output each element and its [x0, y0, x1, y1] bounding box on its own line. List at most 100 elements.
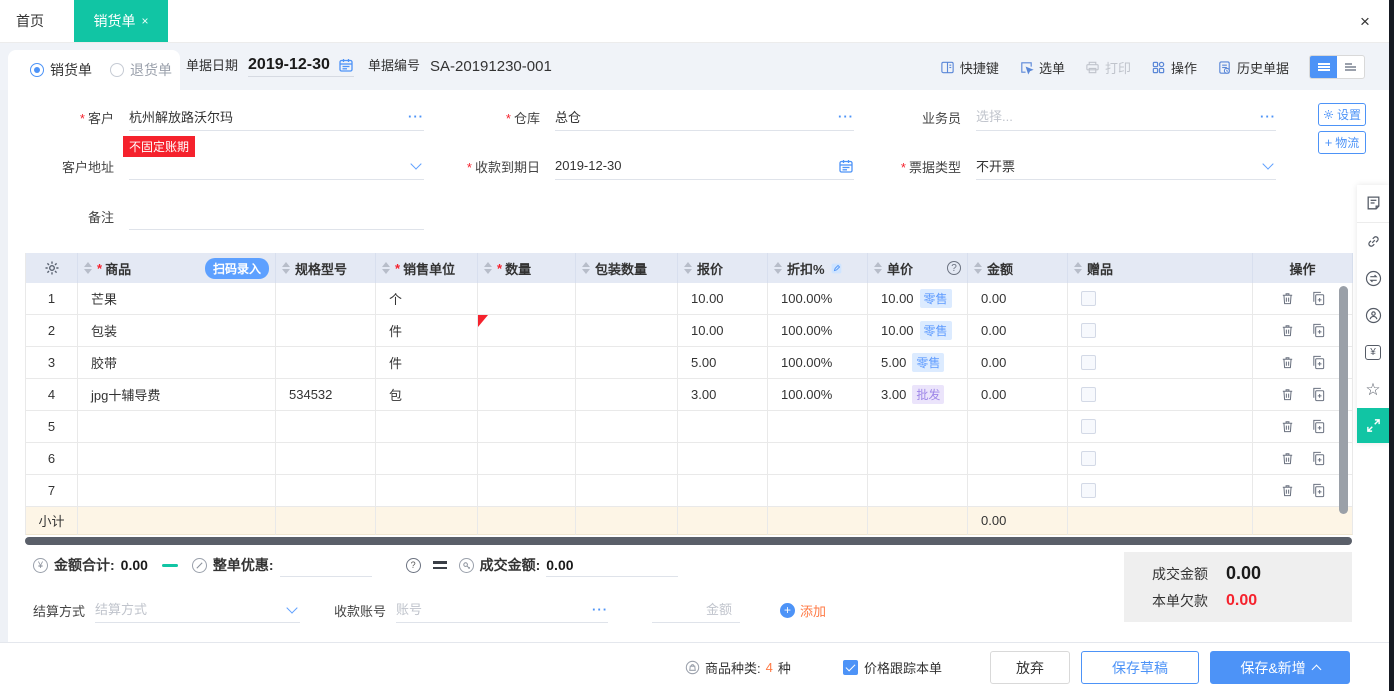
- horizontal-scrollbar[interactable]: [25, 537, 1352, 545]
- chevron-down-icon[interactable]: [410, 158, 421, 169]
- gift-checkbox[interactable]: [1081, 355, 1096, 370]
- settle-amount-input[interactable]: [652, 602, 740, 617]
- column-settings-button[interactable]: [26, 253, 78, 283]
- delete-row-icon[interactable]: [1280, 419, 1295, 434]
- copy-row-icon[interactable]: [1311, 451, 1326, 466]
- customer-input[interactable]: [129, 109, 408, 124]
- sale-order-radio[interactable]: 销货单: [30, 60, 92, 80]
- logistics-button[interactable]: + 物流: [1318, 131, 1366, 154]
- product-cell[interactable]: 胶带: [78, 347, 276, 379]
- help-icon[interactable]: ?: [406, 558, 421, 573]
- equals-icon: [433, 561, 447, 569]
- shortcut-keys-button[interactable]: 快捷键: [940, 58, 999, 77]
- gift-checkbox[interactable]: [1081, 323, 1096, 338]
- vertical-scrollbar[interactable]: [1339, 286, 1348, 514]
- product-cell[interactable]: 芒果: [78, 283, 276, 315]
- scan-entry-button[interactable]: 扫码录入: [205, 258, 269, 279]
- gift-checkbox[interactable]: [1081, 291, 1096, 306]
- select-order-button[interactable]: 选单: [1019, 58, 1065, 77]
- price-track-toggle[interactable]: 价格跟踪本单: [843, 658, 942, 677]
- delete-row-icon[interactable]: [1280, 483, 1295, 498]
- bag-circle-icon: [685, 660, 700, 675]
- cancel-button[interactable]: 放弃: [990, 651, 1070, 684]
- settle-method-input[interactable]: [95, 602, 284, 617]
- save-and-new-button[interactable]: 保存&新增: [1210, 651, 1350, 684]
- order-discount-label: 整单优惠:: [213, 555, 274, 575]
- header-discount[interactable]: 折扣%: [768, 253, 868, 283]
- expand-button[interactable]: [1357, 408, 1389, 443]
- product-cell[interactable]: jpg十辅导费: [78, 379, 276, 411]
- doc-date-input[interactable]: 2019-12-30: [248, 56, 354, 77]
- deal-amount-field[interactable]: 0.00: [546, 553, 678, 577]
- salesman-more-icon[interactable]: ···: [1260, 109, 1276, 124]
- account-more-icon[interactable]: ···: [592, 602, 608, 617]
- customer-history-button[interactable]: [1357, 297, 1389, 334]
- delete-row-icon[interactable]: [1280, 355, 1295, 370]
- product-cell[interactable]: 包装: [78, 315, 276, 347]
- return-order-radio[interactable]: 退货单: [110, 60, 172, 80]
- card-view-button[interactable]: [1337, 56, 1364, 78]
- money-box-button[interactable]: ¥: [1357, 334, 1389, 371]
- delete-row-icon[interactable]: [1280, 387, 1295, 402]
- customer-history-icon: [1365, 307, 1382, 324]
- header-spec[interactable]: 规格型号: [276, 253, 376, 283]
- due-date-input[interactable]: [555, 158, 838, 173]
- checked-checkbox-icon: [843, 660, 858, 675]
- tab-home[interactable]: 首页: [0, 0, 60, 42]
- save-draft-button[interactable]: 保存草稿: [1081, 651, 1199, 684]
- copy-row-icon[interactable]: [1311, 323, 1326, 338]
- header-pkg-qty[interactable]: 包装数量: [576, 253, 678, 283]
- delete-row-icon[interactable]: [1280, 451, 1295, 466]
- customer-more-icon[interactable]: ···: [408, 109, 424, 124]
- price-help-icon[interactable]: ?: [947, 261, 961, 275]
- list-view-button[interactable]: [1310, 56, 1337, 78]
- window-close-icon[interactable]: ×: [1353, 10, 1377, 34]
- printer-icon: [1085, 60, 1100, 75]
- add-settlement-button[interactable]: + 添加: [780, 601, 826, 620]
- copy-row-icon[interactable]: [1311, 387, 1326, 402]
- copy-row-icon[interactable]: [1311, 419, 1326, 434]
- chevron-up-icon: [1311, 664, 1321, 674]
- warehouse-more-icon[interactable]: ···: [838, 109, 854, 124]
- header-gift[interactable]: 赠品: [1068, 253, 1253, 283]
- operations-button[interactable]: 操作: [1151, 58, 1197, 77]
- close-tab-icon[interactable]: ×: [141, 14, 148, 28]
- invoice-type-input[interactable]: [976, 158, 1260, 173]
- copy-row-icon[interactable]: [1311, 483, 1326, 498]
- order-discount-input[interactable]: [280, 553, 372, 577]
- salesman-input[interactable]: [976, 109, 1260, 124]
- header-qty[interactable]: *数量: [478, 253, 576, 283]
- header-product[interactable]: *商品 扫码录入: [78, 253, 276, 283]
- header-amount[interactable]: 金额: [968, 253, 1068, 283]
- link-button[interactable]: [1357, 223, 1389, 260]
- gift-checkbox[interactable]: [1081, 387, 1096, 402]
- delete-row-icon[interactable]: [1280, 291, 1295, 306]
- gift-checkbox[interactable]: [1081, 419, 1096, 434]
- header-quote[interactable]: 报价: [678, 253, 768, 283]
- settings-button[interactable]: 设置: [1318, 103, 1366, 126]
- chevron-down-icon[interactable]: [286, 602, 297, 613]
- gift-checkbox[interactable]: [1081, 451, 1096, 466]
- transfer-button[interactable]: [1357, 260, 1389, 297]
- print-button[interactable]: 打印: [1085, 58, 1131, 77]
- copy-row-icon[interactable]: [1311, 355, 1326, 370]
- remark-input[interactable]: [129, 208, 424, 223]
- history-docs-button[interactable]: 历史单据: [1217, 58, 1289, 77]
- warehouse-input[interactable]: [555, 109, 838, 124]
- header-unit[interactable]: *销售单位: [376, 253, 478, 283]
- doc-note-button[interactable]: [1357, 185, 1389, 222]
- receive-account-input[interactable]: [396, 602, 592, 617]
- chevron-down-icon[interactable]: [1262, 158, 1273, 169]
- link-icon: [1365, 233, 1382, 250]
- copy-row-icon[interactable]: [1311, 291, 1326, 306]
- tab-sales-order[interactable]: 销货单 ×: [74, 0, 168, 42]
- edit-discount-icon[interactable]: [830, 262, 843, 275]
- calendar-icon[interactable]: [338, 57, 354, 73]
- gift-checkbox[interactable]: [1081, 483, 1096, 498]
- favorite-button[interactable]: ☆: [1357, 371, 1389, 408]
- window-edge: [1389, 0, 1394, 691]
- delete-row-icon[interactable]: [1280, 323, 1295, 338]
- customer-address-input[interactable]: [129, 158, 408, 173]
- header-price[interactable]: 单价 ?: [868, 253, 968, 283]
- calendar-icon[interactable]: [838, 158, 854, 174]
